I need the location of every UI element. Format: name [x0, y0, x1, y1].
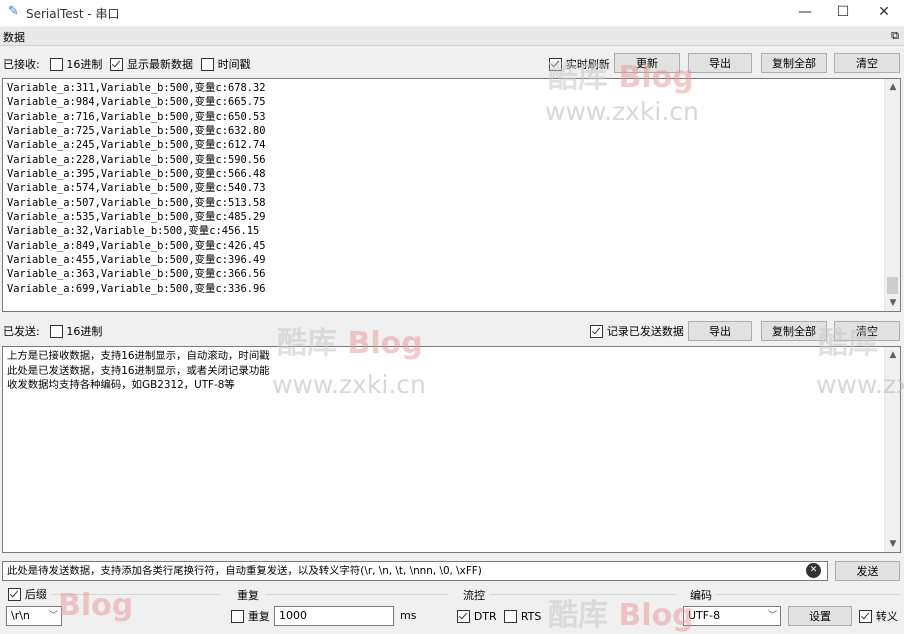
repeat-unit: ms	[400, 609, 417, 622]
suffix-select[interactable]: \r\n ﹀	[6, 606, 62, 626]
dtr-toggle[interactable]: DTR	[457, 608, 497, 624]
received-line: Variable_a:849,Variable_b:500,变量c:426.45	[7, 239, 266, 252]
sent-lines: 上方是已接收数据，支持16进制显示，自动滚动，时间戳 此处是已发送数据，支持16进…	[7, 349, 270, 393]
sent-hex-label: 16进制	[66, 325, 103, 338]
title-bar: ✎ SerialTest - 串口 — ☐ ✕	[0, 0, 904, 26]
sent-hex-checkbox[interactable]	[49, 325, 63, 338]
received-hex-checkbox[interactable]	[49, 58, 63, 71]
received-toolbar: 已接收: 16进制 显示最新数据 时间戳	[3, 55, 251, 73]
realtime-refresh[interactable]: 实时刷新	[549, 55, 610, 73]
encoding-select[interactable]: UTF-8 ﹀	[683, 606, 781, 626]
received-line: Variable_a:228,Variable_b:500,变量c:590.56	[7, 153, 266, 166]
received-label: 已接收:	[3, 58, 40, 71]
sent-clear-button[interactable]: 清空	[834, 321, 900, 341]
suffix-chevron-down-icon: ﹀	[48, 611, 58, 621]
sent-scroll-up-icon[interactable]: ▲	[885, 347, 901, 363]
timestamp-checkbox[interactable]	[200, 58, 214, 71]
received-line: Variable_a:455,Variable_b:500,变量c:396.49	[7, 254, 266, 267]
received-line: Variable_a:311,Variable_b:500,变量c:678.32	[7, 82, 266, 94]
received-line: Variable_a:363,Variable_b:500,变量c:366.56	[7, 268, 266, 281]
flow-group-line	[490, 594, 676, 595]
realtime-label: 实时刷新	[565, 58, 610, 71]
received-clear-button[interactable]: 清空	[834, 53, 900, 73]
escape-label: 转义	[875, 610, 898, 623]
escape-toggle[interactable]: 转义	[859, 608, 898, 624]
scroll-up-icon[interactable]: ▲	[885, 79, 901, 95]
received-line: Variable_a:716,Variable_b:500,变量c:650.53	[7, 110, 266, 123]
encoding-group-line	[716, 594, 900, 595]
maximize-button[interactable]: ☐	[821, 0, 865, 26]
sent-label: 已发送:	[3, 325, 40, 338]
flow-group-title: 流控	[463, 589, 485, 602]
received-line: Variable_a:535,Variable_b:500,变量c:485.29	[7, 211, 266, 224]
sent-toolbar: 已发送: 16进制	[3, 322, 102, 340]
received-export-button[interactable]: 导出	[688, 53, 752, 73]
float-window-icon[interactable]: ⧉	[891, 29, 899, 43]
sent-copy-all-button[interactable]: 复制全部	[761, 321, 827, 341]
received-line: Variable_a:507,Variable_b:500,变量c:513.58	[7, 196, 266, 209]
scroll-down-icon[interactable]: ▼	[885, 295, 901, 311]
suffix-label: 后缀	[24, 588, 47, 601]
repeat-toggle[interactable]: 重复	[231, 608, 270, 624]
received-line: Variable_a:245,Variable_b:500,变量c:612.74	[7, 139, 266, 152]
encoding-chevron-down-icon: ﹀	[767, 611, 777, 621]
clear-input-icon[interactable]: ✕	[806, 563, 821, 578]
repeat-interval-input[interactable]: 1000	[274, 606, 394, 626]
dtr-checkbox[interactable]	[457, 610, 470, 623]
received-line: Variable_a:699,Variable_b:500,变量c:336.96	[7, 282, 266, 295]
repeat-interval-value: 1000	[279, 609, 307, 622]
show-latest-checkbox[interactable]	[110, 58, 124, 71]
send-input-text: 此处是待发送数据，支持添加各类行尾换行符，自动重复发送，以及转义字符(\r, \…	[7, 565, 482, 577]
received-line: Variable_a:725,Variable_b:500,变量c:632.80	[7, 125, 266, 138]
rts-checkbox[interactable]	[504, 610, 517, 623]
received-line: Variable_a:574,Variable_b:500,变量c:540.73	[7, 182, 266, 195]
scroll-thumb[interactable]	[887, 277, 898, 294]
escape-checkbox[interactable]	[859, 610, 872, 623]
send-button[interactable]: 发送	[835, 561, 900, 581]
sent-export-button[interactable]: 导出	[688, 321, 752, 341]
received-line: Variable_a:32,Variable_b:500,变量c:456.15	[7, 225, 260, 238]
options-panel: 后缀 \r\n ﹀ 重复 重复 1000 ms 流控 DTR RTS 编码 UT…	[0, 584, 904, 633]
close-button[interactable]: ✕	[862, 0, 904, 26]
record-sent-checkbox[interactable]	[590, 325, 603, 338]
received-line: Variable_a:395,Variable_b:500,变量c:566.48	[7, 168, 266, 181]
sent-line: 此处是已发送数据，支持16进制显示，或者关闭记录功能	[7, 364, 270, 377]
received-text-area[interactable]: Variable_a:311,Variable_b:500,变量c:678.32…	[2, 78, 901, 312]
repeat-group-title: 重复	[237, 589, 259, 602]
received-scrollbar[interactable]: ▲ ▼	[884, 79, 900, 311]
rts-toggle[interactable]: RTS	[504, 608, 541, 624]
sent-text-area[interactable]: 上方是已接收数据，支持16进制显示，自动滚动，时间戳 此处是已发送数据，支持16进…	[2, 346, 901, 553]
send-input[interactable]: 此处是待发送数据，支持添加各类行尾换行符，自动重复发送，以及转义字符(\r, \…	[2, 561, 828, 581]
sent-line: 上方是已接收数据，支持16进制显示，自动滚动，时间戳	[7, 350, 270, 362]
timestamp-label: 时间戳	[217, 58, 251, 71]
sent-scroll-down-icon[interactable]: ▼	[885, 536, 901, 552]
show-latest-label: 显示最新数据	[127, 58, 194, 71]
update-button[interactable]: 更新	[614, 53, 680, 73]
rts-label: RTS	[520, 610, 542, 623]
repeat-checkbox[interactable]	[231, 610, 244, 623]
dock-title: 数据	[3, 31, 25, 44]
app-pen-icon: ✎	[8, 4, 19, 19]
record-sent-label: 记录已发送数据	[606, 325, 684, 338]
received-line: Variable_a:984,Variable_b:500,变量c:665.75	[7, 96, 266, 109]
window-title: SerialTest - 串口	[26, 7, 120, 21]
sent-scrollbar[interactable]: ▲ ▼	[884, 347, 900, 552]
data-dock-header: 数据 ⧉	[0, 27, 904, 46]
suffix-value: \r\n	[11, 609, 30, 622]
repeat-label: 重复	[247, 610, 270, 623]
record-sent[interactable]: 记录已发送数据	[590, 322, 684, 340]
dtr-label: DTR	[473, 610, 497, 623]
repeat-group-line	[266, 594, 448, 595]
realtime-checkbox[interactable]	[549, 58, 562, 71]
suffix-toggle[interactable]: 后缀	[8, 587, 47, 601]
received-lines: Variable_a:311,Variable_b:500,变量c:678.32…	[7, 81, 266, 296]
suffix-checkbox[interactable]	[8, 588, 21, 601]
settings-button[interactable]: 设置	[788, 606, 852, 626]
encoding-group-title: 编码	[690, 589, 712, 602]
received-copy-all-button[interactable]: 复制全部	[761, 53, 827, 73]
received-hex-label: 16进制	[66, 58, 103, 71]
suffix-group-line	[52, 594, 220, 595]
encoding-value: UTF-8	[688, 609, 721, 622]
sent-line: 收发数据均支持各种编码，如GB2312，UTF-8等	[7, 379, 235, 391]
